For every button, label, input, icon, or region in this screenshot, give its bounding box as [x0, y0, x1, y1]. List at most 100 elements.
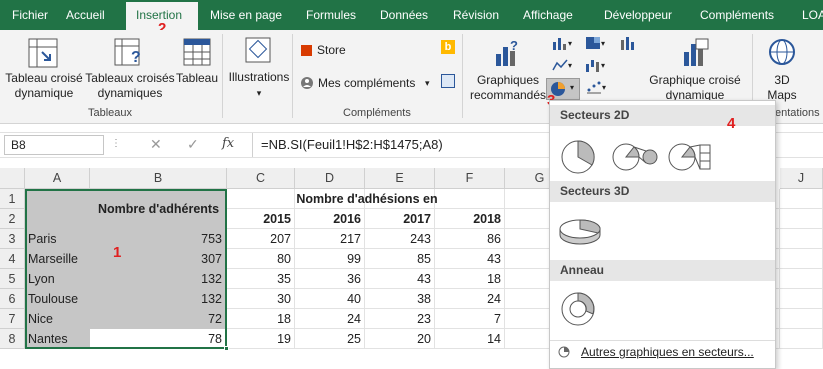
- cell-year[interactable]: 2015: [227, 209, 291, 229]
- cell-value[interactable]: 207: [227, 229, 291, 249]
- cell-value[interactable]: 24: [295, 309, 361, 329]
- cell-value[interactable]: 85: [365, 249, 431, 269]
- cell-value[interactable]: 43: [365, 269, 431, 289]
- column-header[interactable]: E: [365, 168, 435, 189]
- cell-total[interactable]: 132: [90, 269, 225, 289]
- confirm-icon[interactable]: ✓: [187, 136, 199, 153]
- table-button[interactable]: Tableau: [174, 71, 220, 86]
- more-pie-charts-link[interactable]: Autres graphiques en secteurs...: [581, 345, 754, 359]
- grid-cell[interactable]: [780, 249, 823, 269]
- 3d-maps-button[interactable]: 3D Maps: [760, 73, 804, 103]
- cell-title[interactable]: Nombre d'adhésions en: [227, 189, 507, 209]
- waterfall-chart-dropdown-icon[interactable]: ▾: [601, 58, 605, 73]
- grid-cell[interactable]: [780, 209, 823, 229]
- column-chart-dropdown-icon[interactable]: ▾: [568, 36, 572, 51]
- cell-value[interactable]: 24: [435, 289, 501, 309]
- tab-fichier[interactable]: Fichier: [0, 0, 60, 30]
- stat-chart-icon[interactable]: [620, 36, 636, 50]
- cell-total[interactable]: 307: [90, 249, 225, 269]
- cell-value[interactable]: 30: [227, 289, 291, 309]
- cell-value[interactable]: 19: [227, 329, 291, 349]
- column-header[interactable]: B: [90, 168, 227, 189]
- cell-value[interactable]: 7: [435, 309, 501, 329]
- tab-revision[interactable]: Révision: [447, 0, 517, 30]
- tab-donnees[interactable]: Données: [374, 0, 447, 30]
- recommended-charts-button[interactable]: Graphiques recommandés: [468, 73, 548, 103]
- column-header[interactable]: D: [295, 168, 365, 189]
- doughnut-icon[interactable]: [558, 289, 598, 329]
- cell-value[interactable]: 217: [295, 229, 361, 249]
- cell-city[interactable]: Lyon: [28, 269, 90, 289]
- row-header[interactable]: 2: [0, 209, 25, 229]
- row-header[interactable]: 3: [0, 229, 25, 249]
- cell-value[interactable]: 38: [365, 289, 431, 309]
- grid-cell[interactable]: [780, 289, 823, 309]
- insert-function-icon[interactable]: fx: [222, 136, 234, 151]
- cell-header-b[interactable]: Nombre d'adhérents: [92, 189, 225, 229]
- cell-city[interactable]: Paris: [28, 229, 90, 249]
- cell-value[interactable]: 14: [435, 329, 501, 349]
- cell-value[interactable]: 20: [365, 329, 431, 349]
- column-header[interactable]: C: [227, 168, 295, 189]
- store-button[interactable]: Store: [317, 43, 346, 58]
- cell-value[interactable]: 40: [295, 289, 361, 309]
- tab-complements[interactable]: Compléments: [694, 0, 796, 30]
- column-chart-icon[interactable]: [552, 36, 568, 50]
- cell-year[interactable]: 2018: [435, 209, 501, 229]
- select-all-corner[interactable]: [0, 168, 25, 189]
- grid-cell[interactable]: [780, 189, 823, 209]
- tab-formules[interactable]: Formules: [300, 0, 374, 30]
- row-header[interactable]: 6: [0, 289, 25, 309]
- grid-cell[interactable]: [780, 309, 823, 329]
- cell-value[interactable]: 43: [435, 249, 501, 269]
- row-header[interactable]: 7: [0, 309, 25, 329]
- recommended-pivot-button[interactable]: Tableaux croisés dynamiques: [84, 71, 176, 101]
- grid-cell[interactable]: [780, 229, 823, 249]
- hierarchy-chart-icon[interactable]: [585, 36, 601, 50]
- tab-mise-en-page[interactable]: Mise en page: [198, 0, 300, 30]
- cell-value[interactable]: 86: [435, 229, 501, 249]
- pie-of-pie-icon[interactable]: [612, 141, 658, 173]
- cell-value[interactable]: 18: [435, 269, 501, 289]
- scatter-chart-dropdown-icon[interactable]: ▾: [602, 80, 606, 95]
- column-header[interactable]: F: [435, 168, 505, 189]
- pivot-chart-button[interactable]: Graphique croisé dynamique: [645, 73, 745, 103]
- grid-cell[interactable]: [780, 269, 823, 289]
- row-header[interactable]: 8: [0, 329, 25, 349]
- hierarchy-chart-dropdown-icon[interactable]: ▾: [601, 36, 605, 51]
- cell-city[interactable]: Toulouse: [28, 289, 90, 309]
- cancel-icon[interactable]: ✕: [150, 136, 162, 153]
- cell-city[interactable]: Nantes: [28, 329, 90, 349]
- cell-total[interactable]: 72: [90, 309, 225, 329]
- tab-accueil[interactable]: Accueil: [60, 0, 126, 30]
- cell-value[interactable]: 80: [227, 249, 291, 269]
- line-chart-icon[interactable]: [552, 58, 568, 72]
- waterfall-chart-icon[interactable]: [585, 58, 601, 72]
- pie-2d-icon[interactable]: [558, 137, 598, 177]
- cell-value[interactable]: 243: [365, 229, 431, 249]
- cell-total[interactable]: 78: [90, 329, 225, 349]
- cell-total[interactable]: 132: [90, 289, 225, 309]
- column-header[interactable]: J: [780, 168, 823, 189]
- tab-developpeur[interactable]: Développeur: [598, 0, 694, 30]
- cell-value[interactable]: 25: [295, 329, 361, 349]
- row-header[interactable]: 5: [0, 269, 25, 289]
- scatter-chart-icon[interactable]: [586, 80, 602, 94]
- cell-year[interactable]: 2017: [365, 209, 431, 229]
- bar-of-pie-icon[interactable]: [668, 141, 714, 173]
- line-chart-dropdown-icon[interactable]: ▾: [568, 58, 572, 73]
- pivot-table-button[interactable]: Tableau croisé dynamique: [2, 71, 86, 101]
- name-box[interactable]: B8: [4, 135, 104, 155]
- cell-total[interactable]: 753: [90, 229, 225, 249]
- cell-city[interactable]: Nice: [28, 309, 90, 329]
- my-addins-dropdown-icon[interactable]: ▾: [425, 76, 430, 91]
- my-addins-button[interactable]: Mes compléments: [318, 76, 415, 91]
- row-header[interactable]: 4: [0, 249, 25, 269]
- column-header[interactable]: A: [25, 168, 90, 189]
- illustrations-dropdown-icon[interactable]: ▾: [254, 86, 264, 101]
- grid-cell[interactable]: [780, 329, 823, 349]
- people-graph-icon[interactable]: [441, 74, 455, 88]
- cell-value[interactable]: 35: [227, 269, 291, 289]
- cell-city[interactable]: Marseille: [28, 249, 90, 269]
- bing-icon[interactable]: b: [441, 40, 455, 54]
